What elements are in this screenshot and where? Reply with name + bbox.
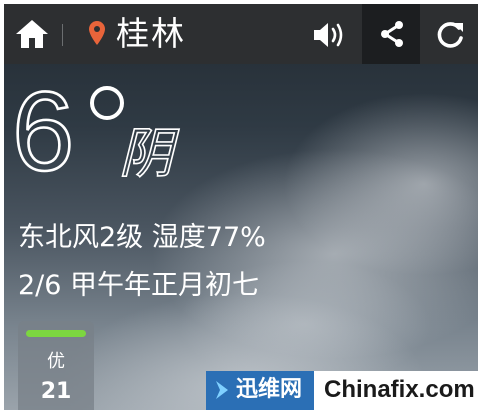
air-quality-bar	[26, 330, 86, 337]
watermark-badge: 迅维网	[206, 371, 314, 410]
wind-humidity-text: 东北风2级 湿度77%	[18, 222, 266, 253]
home-icon	[16, 20, 48, 48]
speaker-icon	[314, 23, 343, 47]
refresh-icon	[437, 22, 463, 48]
air-quality-level: 优	[47, 351, 65, 372]
air-quality-card[interactable]: 优 21	[18, 321, 94, 410]
location-pin-icon	[89, 21, 105, 45]
weather-screen: 桂林 6 阴 东北风2级 湿度77% 2/6 甲午年正月初七 优 21 迅维网 …	[4, 4, 478, 410]
date-lunar-text: 2/6 甲午年正月初七	[18, 270, 260, 301]
temperature-display: 6	[11, 69, 124, 194]
weather-condition: 阴	[118, 121, 174, 186]
share-icon	[381, 21, 403, 47]
home-button[interactable]	[14, 18, 50, 50]
watermark: 迅维网 Chinafix.com	[206, 371, 478, 410]
degree-icon	[90, 86, 124, 120]
city-name[interactable]: 桂林	[116, 12, 186, 56]
watermark-en-text: Chinafix.com	[324, 376, 475, 403]
watermark-cn-text: 迅维网	[236, 377, 303, 402]
arrow-icon	[216, 381, 228, 399]
header-divider	[62, 24, 63, 46]
top-bar: 桂林	[4, 4, 478, 64]
temperature-value: 6	[11, 69, 76, 194]
air-quality-value: 21	[40, 379, 72, 404]
speaker-button[interactable]	[312, 20, 348, 50]
refresh-button[interactable]	[430, 18, 470, 52]
share-button[interactable]	[362, 4, 420, 64]
